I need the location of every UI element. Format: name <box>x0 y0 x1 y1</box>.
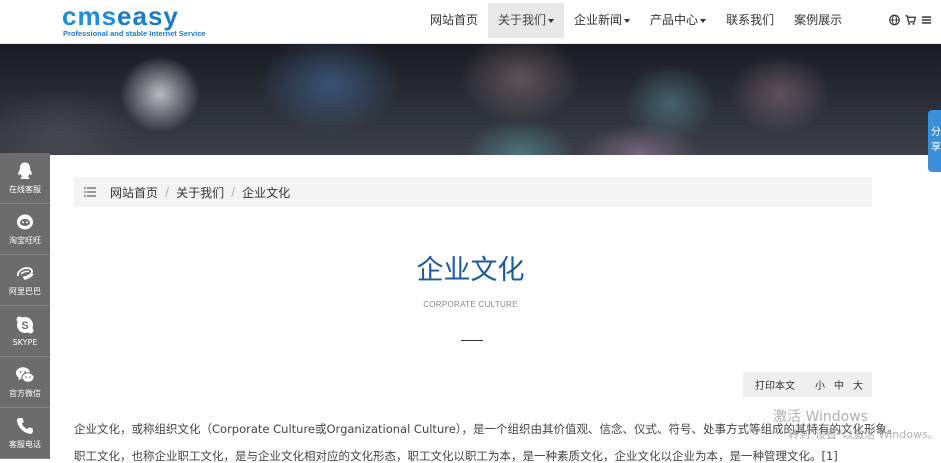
hero-banner <box>0 44 941 155</box>
cart-icon[interactable] <box>905 14 916 26</box>
svg-text:S: S <box>21 320 28 332</box>
float-item-qq[interactable]: 在线客服 <box>0 153 50 204</box>
breadcrumb-separator: / <box>231 185 236 199</box>
site-header: cmseasy Professional and stable Internet… <box>0 0 941 44</box>
share-tab[interactable]: 分享 <box>928 110 941 172</box>
content-paragraph: 职工文化，也称企业职工文化，是与企业文化相对应的文化形态，职工文化以职工为本，是… <box>74 449 838 463</box>
font-size-small-button[interactable]: 小 <box>815 377 825 392</box>
activation-watermark-title: 激活 Windows <box>773 409 868 425</box>
page-subtitle: CORPORATE CULTURE <box>423 300 518 309</box>
nav-item-home[interactable]: 网站首页 <box>420 3 488 38</box>
wechat-icon <box>16 367 35 383</box>
chevron-down-icon <box>548 18 555 23</box>
breadcrumb-item-current: 企业文化 <box>242 185 291 200</box>
header-icons <box>889 14 932 26</box>
nav-item-about[interactable]: 关于我们 <box>488 3 565 38</box>
nav-item-news[interactable]: 企业新闻 <box>564 3 640 38</box>
logo-wordmark: cmseasy <box>62 1 179 31</box>
wangwang-icon <box>17 214 33 230</box>
qq-icon <box>18 162 32 180</box>
menu-icon[interactable] <box>921 14 932 26</box>
nav-item-contact[interactable]: 联系我们 <box>716 3 784 38</box>
float-item-skype[interactable]: S SKYPE <box>0 306 50 357</box>
breadcrumb: 网站首页 / 关于我们 / 企业文化 <box>74 177 872 207</box>
skype-icon: S <box>16 316 34 334</box>
activation-watermark-subtitle: 转到"设置"以激活 Windows。 <box>788 428 939 441</box>
site-logo[interactable]: cmseasy Professional and stable Internet… <box>62 1 212 38</box>
nav-item-cases[interactable]: 案例展示 <box>784 3 852 38</box>
breadcrumb-item-home[interactable]: 网站首页 <box>110 184 158 201</box>
title-divider <box>461 340 483 341</box>
breadcrumb-item-about[interactable]: 关于我们 <box>176 184 224 201</box>
list-icon <box>84 187 96 197</box>
chevron-down-icon <box>624 18 631 23</box>
print-button[interactable]: 打印本文 <box>755 377 795 392</box>
nav-item-products[interactable]: 产品中心 <box>640 3 716 38</box>
globe-icon[interactable] <box>889 14 900 26</box>
float-item-wangwang[interactable]: 淘宝旺旺 <box>0 204 50 255</box>
font-size-medium-button[interactable]: 中 <box>834 377 844 392</box>
font-size-large-button[interactable]: 大 <box>853 377 863 392</box>
article-tools: 打印本文 小 中 大 <box>743 372 872 397</box>
float-item-phone[interactable]: 客服电话 <box>0 408 50 459</box>
page-title: 企业文化 <box>416 255 525 286</box>
breadcrumb-separator: / <box>165 185 170 199</box>
phone-icon <box>16 418 33 434</box>
logo-tagline: Professional and stable Internet Service <box>63 29 206 38</box>
chevron-down-icon <box>700 18 707 23</box>
main-nav: 网站首页 关于我们 企业新闻 产品中心 联系我们 案例展示 <box>420 3 852 38</box>
float-item-wechat[interactable]: 官方微信 <box>0 357 50 408</box>
